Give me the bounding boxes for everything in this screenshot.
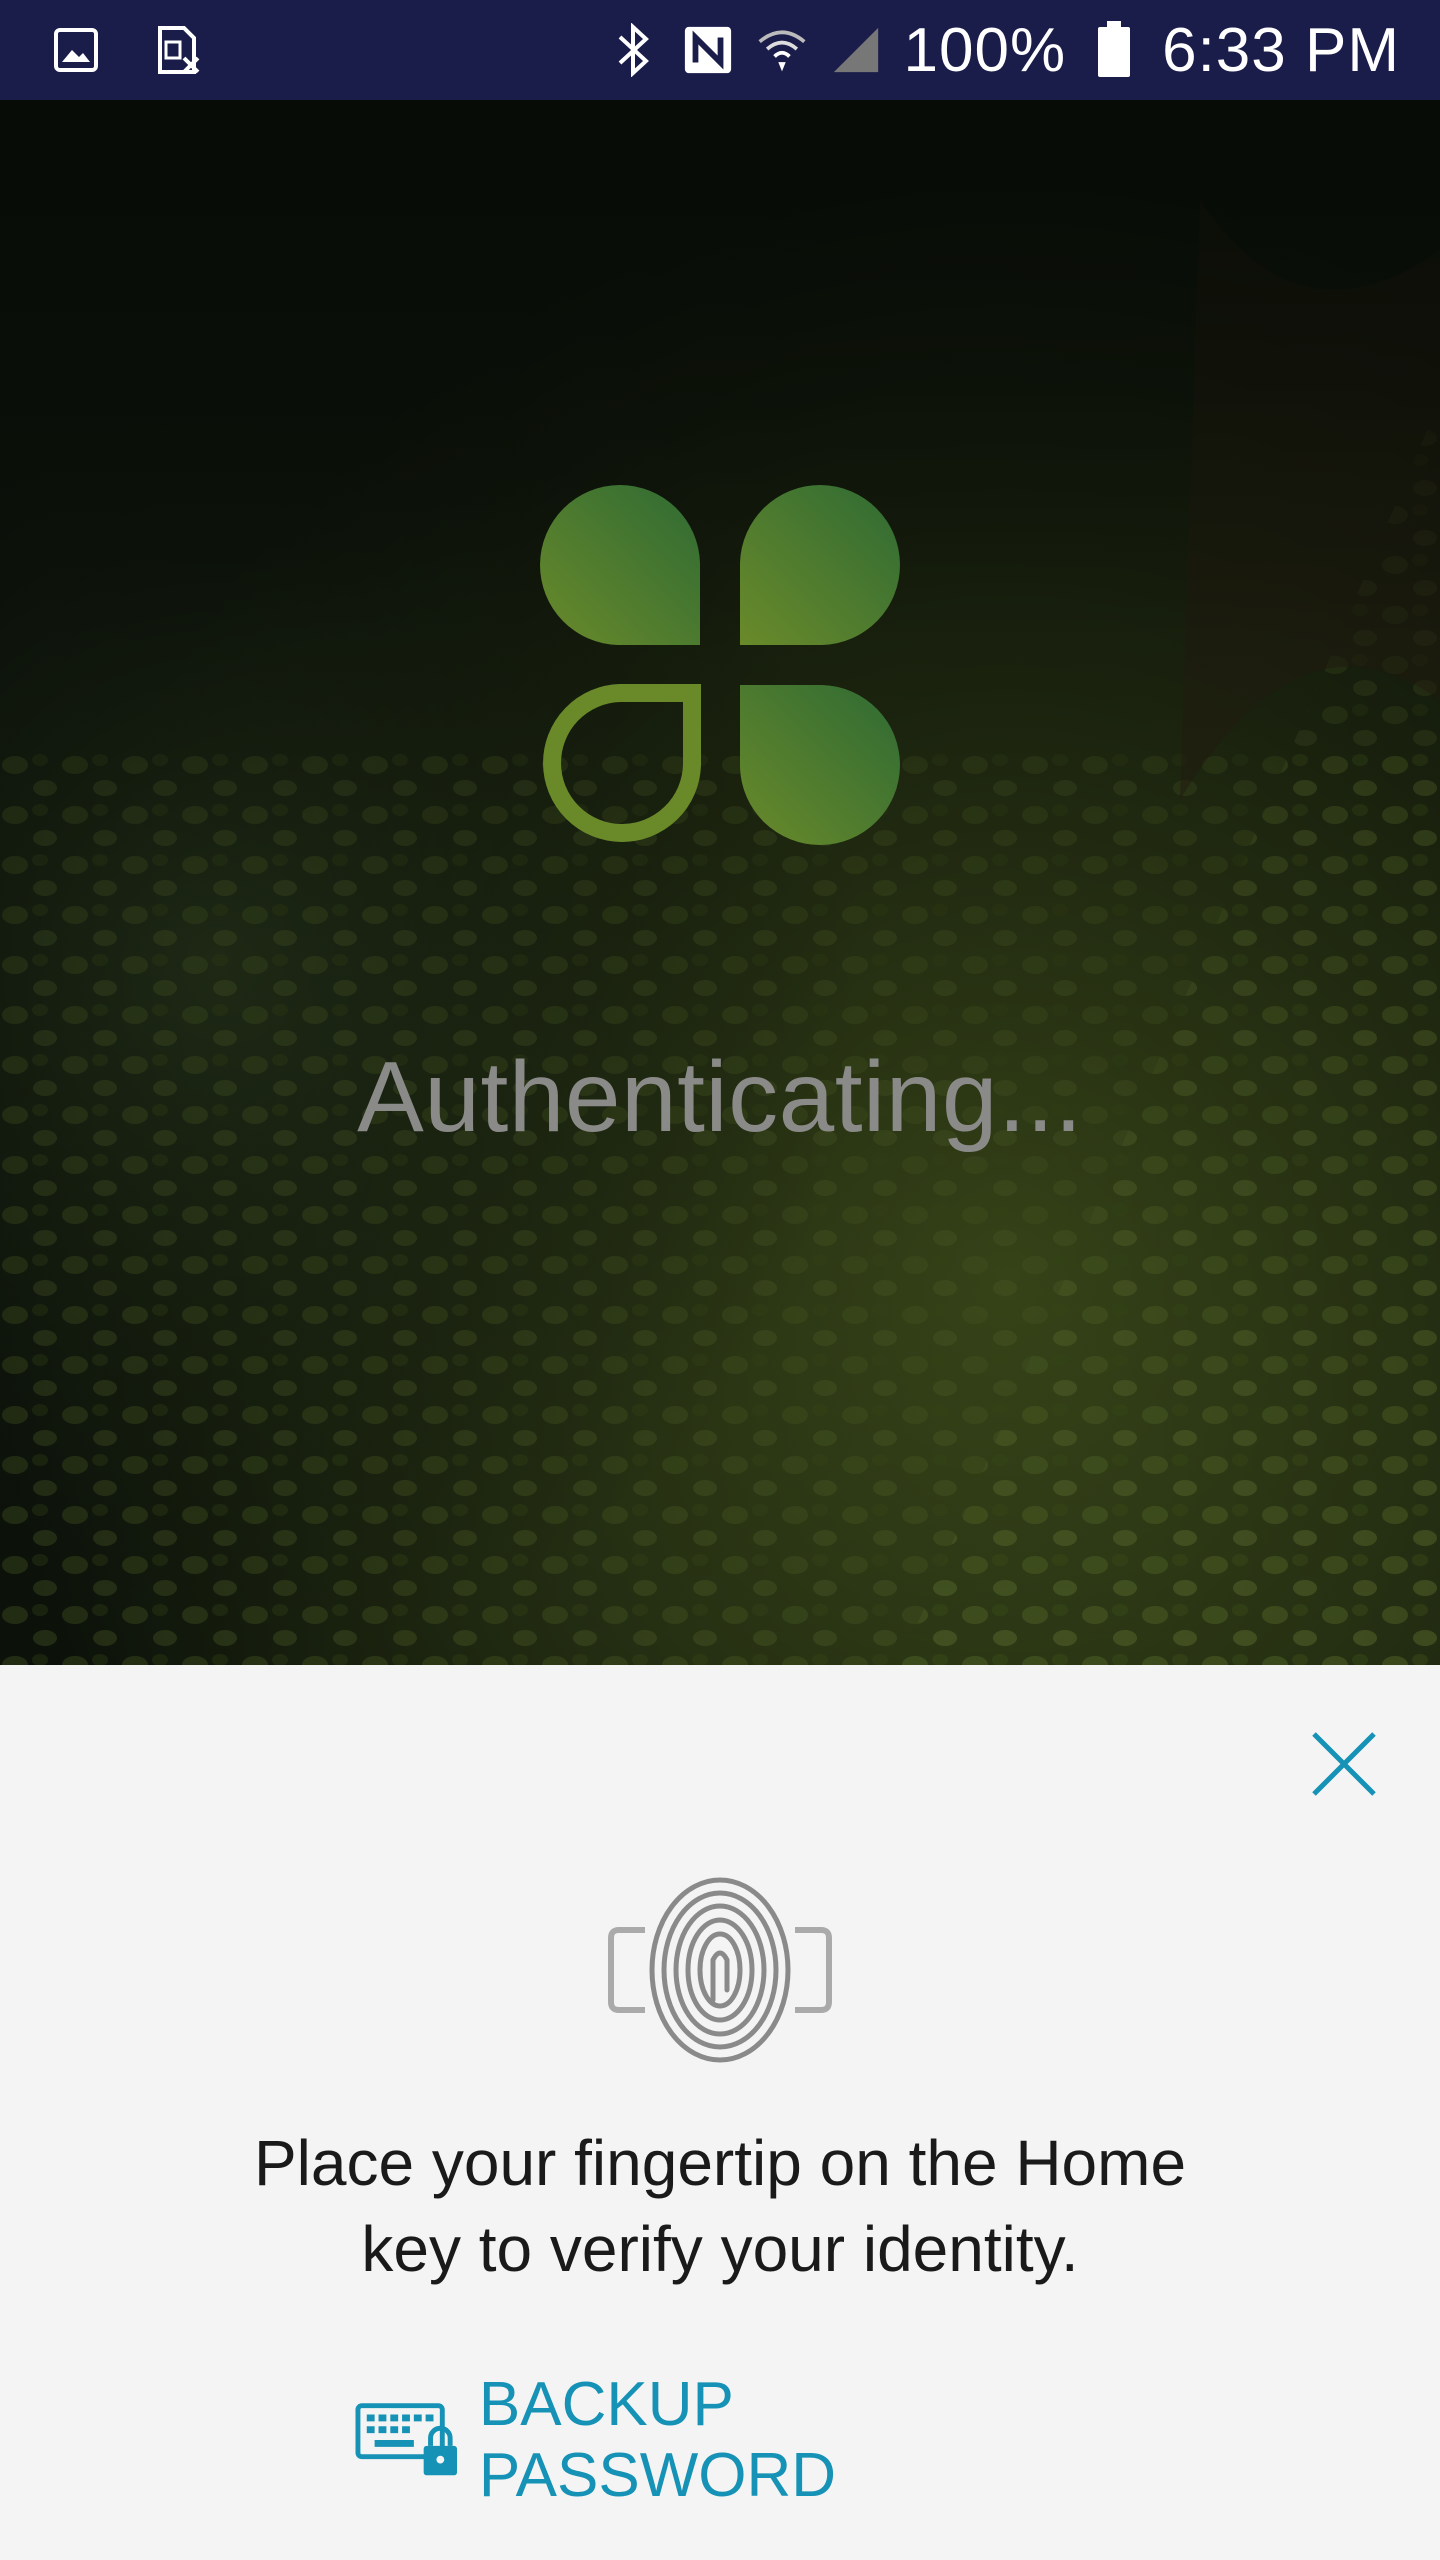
gallery-icon bbox=[50, 24, 102, 76]
battery-icon bbox=[1088, 21, 1140, 77]
fingerprint-icon bbox=[605, 1870, 835, 2070]
clover-logo bbox=[540, 485, 900, 845]
backup-password-button[interactable]: BACKUP PASSWORD bbox=[355, 2370, 1095, 2510]
close-button[interactable] bbox=[1300, 1720, 1388, 1808]
fingerprint-prompt: Place your fingertip on the Home key to … bbox=[120, 2120, 1320, 2292]
wifi-icon bbox=[756, 24, 808, 76]
status-bar: 100% 6:33 PM bbox=[0, 0, 1440, 100]
keyboard-lock-icon bbox=[355, 2403, 458, 2476]
sim-card-error-icon bbox=[152, 24, 204, 76]
signal-icon bbox=[830, 24, 882, 76]
prompt-line-2: key to verify your identity. bbox=[361, 2213, 1079, 2285]
battery-percent: 100% bbox=[903, 15, 1067, 85]
clock: 6:33 PM bbox=[1162, 15, 1400, 85]
bluetooth-icon bbox=[608, 23, 660, 77]
backup-password-label: BACKUP PASSWORD bbox=[478, 2370, 836, 2510]
close-icon bbox=[1312, 1732, 1376, 1796]
prompt-line-1: Place your fingertip on the Home bbox=[253, 2127, 1187, 2199]
nfc-icon bbox=[682, 24, 734, 76]
foliage-background bbox=[0, 100, 1440, 1665]
background-image: Authenticating... bbox=[0, 100, 1440, 1665]
authenticating-text: Authenticating... bbox=[357, 1041, 1083, 1153]
